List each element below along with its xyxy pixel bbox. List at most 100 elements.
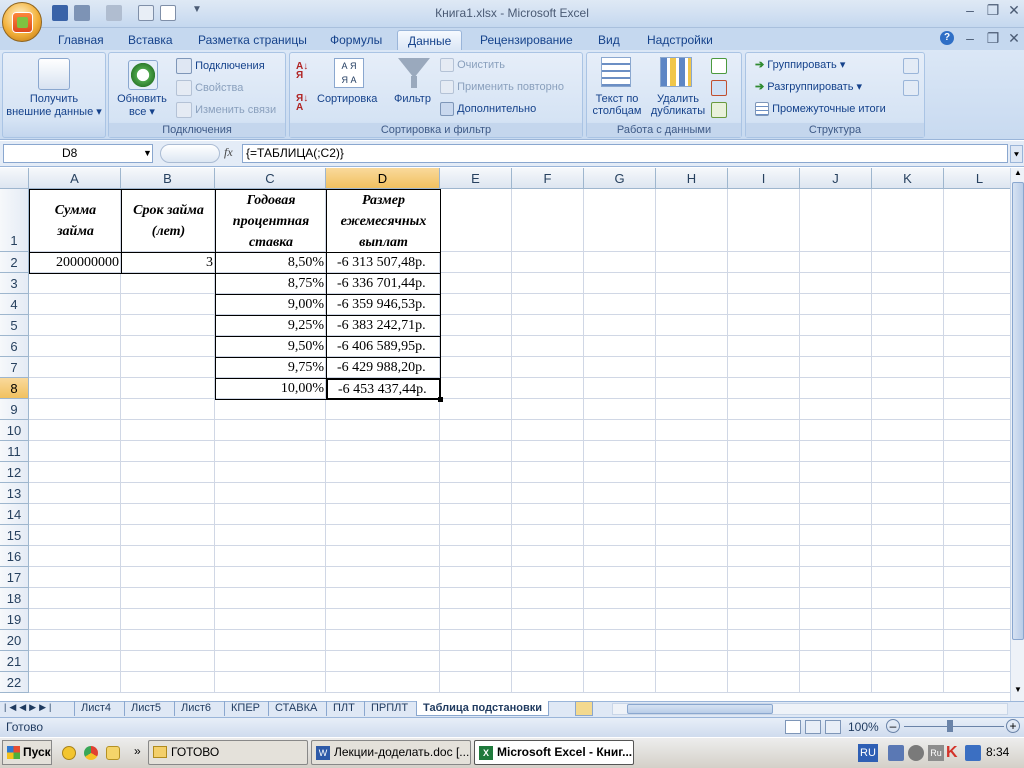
cell-c18[interactable] [215,588,326,609]
cell-e4[interactable] [440,294,512,315]
ribbon-minimize-button[interactable]: – [962,30,978,46]
cell-a21[interactable] [29,651,121,672]
cell-e19[interactable] [440,609,512,630]
cell-k7[interactable] [872,357,944,378]
cell-b20[interactable] [121,630,215,651]
cell-a15[interactable] [29,525,121,546]
row-header-13[interactable]: 13 [0,483,29,504]
sheet-tab-3[interactable]: Лист6 [174,701,217,716]
cell-e8[interactable] [440,378,512,399]
cell-i6[interactable] [728,336,800,357]
cell-j1[interactable] [800,189,872,252]
cell-a10[interactable] [29,420,121,441]
cell-f12[interactable] [512,462,584,483]
cell-f10[interactable] [512,420,584,441]
normal-view-icon[interactable] [785,720,801,734]
cell-g17[interactable] [584,567,656,588]
cell-c22[interactable] [215,672,326,693]
group-button[interactable]: ➔ Группировать ▾ [755,58,845,71]
cell-b8[interactable] [121,378,215,399]
cell-l11[interactable] [944,441,1010,462]
column-header-a[interactable]: A [29,168,121,189]
office-button[interactable] [2,2,42,42]
cell-c13[interactable] [215,483,326,504]
cell-i10[interactable] [728,420,800,441]
cell-i22[interactable] [728,672,800,693]
cell-f18[interactable] [512,588,584,609]
cell-a6[interactable] [29,336,121,357]
sheet-tab-5[interactable]: СТАВКА [268,701,323,716]
cell-k14[interactable] [872,504,944,525]
row-header-18[interactable]: 18 [0,588,29,609]
cell-a22[interactable] [29,672,121,693]
cell-f9[interactable] [512,399,584,420]
advanced-button[interactable]: Дополнительно [440,102,536,116]
cell-j18[interactable] [800,588,872,609]
scroll-up-icon[interactable]: ▲ [1012,168,1024,182]
payment-cell-2[interactable]: -6 313 507,48р. [326,252,441,274]
cell-f4[interactable] [512,294,584,315]
row-header-22[interactable]: 22 [0,672,29,693]
cell-g9[interactable] [584,399,656,420]
cell-g6[interactable] [584,336,656,357]
cell-h16[interactable] [656,546,728,567]
cell-k10[interactable] [872,420,944,441]
cell-f20[interactable] [512,630,584,651]
sheet-tab-7[interactable]: ПРПЛТ [364,701,414,716]
cell-i12[interactable] [728,462,800,483]
cell-j20[interactable] [800,630,872,651]
header-cell-a[interactable]: Сумма займа [29,189,122,253]
reapply-button[interactable]: Применить повторно [440,80,564,94]
tab-home[interactable]: Главная [48,30,114,50]
cell-e2[interactable] [440,252,512,273]
cell-h9[interactable] [656,399,728,420]
cell-a9[interactable] [29,399,121,420]
cell-a8[interactable] [29,378,121,399]
cell-j5[interactable] [800,315,872,336]
active-cell-d8[interactable]: -6 453 437,44р. [326,378,441,400]
cell-j21[interactable] [800,651,872,672]
header-cell-c[interactable]: Годовая процентная ставка [215,189,327,253]
cell-c12[interactable] [215,462,326,483]
chrome-icon[interactable] [84,746,98,760]
cell-f21[interactable] [512,651,584,672]
cell-g22[interactable] [584,672,656,693]
cell-j15[interactable] [800,525,872,546]
zoom-out-icon[interactable]: – [886,719,900,733]
cell-k3[interactable] [872,273,944,294]
cell-e9[interactable] [440,399,512,420]
rate-cell-4[interactable]: 9,00% [215,294,327,316]
cell-f7[interactable] [512,357,584,378]
column-header-e[interactable]: E [440,168,512,189]
taskbar-word-doc[interactable]: W Лекции-доделать.doc [... [311,740,471,765]
cell-a18[interactable] [29,588,121,609]
cell-i17[interactable] [728,567,800,588]
connections-button[interactable]: Подключения [176,58,265,74]
cell-b15[interactable] [121,525,215,546]
rate-cell-8[interactable]: 10,00% [215,378,327,400]
cell-i15[interactable] [728,525,800,546]
row-header-20[interactable]: 20 [0,630,29,651]
cell-k1[interactable] [872,189,944,252]
cell-d18[interactable] [326,588,440,609]
cell-l14[interactable] [944,504,1010,525]
cell-j9[interactable] [800,399,872,420]
cell-i7[interactable] [728,357,800,378]
formula-input[interactable]: {=ТАБЛИЦА(;C2)} [242,144,1008,163]
cell-h14[interactable] [656,504,728,525]
ribbon-restore-button[interactable]: ❐ [985,30,1001,46]
cell-f1[interactable] [512,189,584,252]
tab-insert[interactable]: Вставка [118,30,183,50]
taskbar-excel[interactable]: X Microsoft Excel - Книг... [474,740,634,765]
cell-b22[interactable] [121,672,215,693]
rate-cell-7[interactable]: 9,75% [215,357,327,379]
row-header-7[interactable]: 7 [0,357,29,378]
cell-l3[interactable] [944,273,1010,294]
cell-h6[interactable] [656,336,728,357]
cell-j8[interactable] [800,378,872,399]
row-header-14[interactable]: 14 [0,504,29,525]
cell-l5[interactable] [944,315,1010,336]
cell-k5[interactable] [872,315,944,336]
cell-c16[interactable] [215,546,326,567]
get-external-data-button[interactable]: Получить внешние данные ▾ [4,93,104,118]
